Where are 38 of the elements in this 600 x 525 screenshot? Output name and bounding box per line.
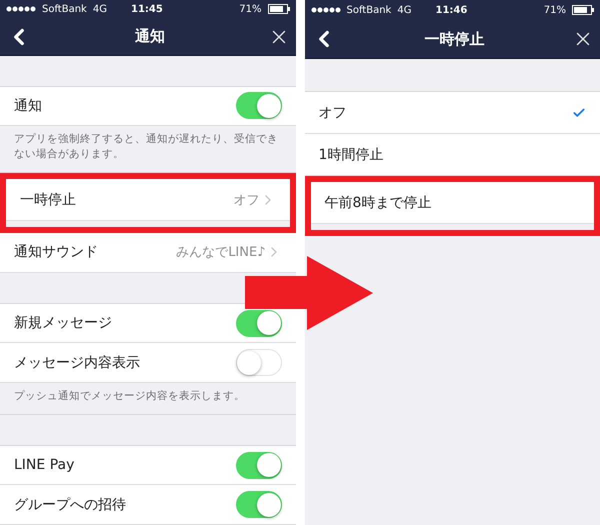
option-row[interactable]: 1時間停止: [304, 134, 600, 176]
settings-row[interactable]: 通知サウンド みんなでLINE♪: [0, 233, 296, 273]
battery-icon: [572, 5, 594, 15]
row-label: 新規メッセージ: [14, 314, 112, 332]
footnote-text: プッシュ通知でメッセージ内容を表示します。: [0, 382, 296, 415]
option-label: 午前8時まで停止: [324, 194, 432, 212]
toggle-switch[interactable]: [236, 92, 282, 120]
screen-title: 一時停止: [424, 30, 484, 48]
row-label: メッセージ内容表示: [14, 354, 140, 372]
row-value: みんなでLINE♪: [176, 244, 266, 262]
option-label: オフ: [318, 104, 346, 122]
option-row[interactable]: オフ: [304, 92, 600, 134]
network-text: 4G: [397, 4, 412, 16]
settings-row[interactable]: 一時停止 オフ: [6, 179, 290, 222]
toggle-switch[interactable]: [236, 310, 282, 337]
option-row[interactable]: 午前8時まで停止: [310, 182, 594, 224]
carrier-text: SoftBank: [42, 4, 87, 15]
row-label: 一時停止: [20, 190, 76, 209]
screen-title: 通知: [134, 27, 165, 46]
signal-icon: [6, 6, 36, 12]
clock-text: 11:46: [435, 4, 468, 16]
option-label: 1時間停止: [318, 146, 384, 164]
arrow-icon: [245, 256, 373, 330]
row-label: 通知サウンド: [14, 243, 98, 262]
battery-text: 71%: [544, 4, 566, 16]
battery-text: 71%: [239, 4, 262, 15]
signal-icon: [310, 7, 340, 13]
battery-icon: [268, 4, 290, 14]
toggle-switch[interactable]: [236, 491, 282, 518]
network-text: 4G: [92, 4, 107, 15]
row-label: 通知: [14, 96, 42, 115]
row-label: LINE Pay: [14, 457, 74, 474]
clock-text: 11:45: [130, 4, 163, 15]
toggle-switch[interactable]: [236, 452, 282, 479]
toggle-switch[interactable]: [236, 349, 282, 376]
row-label: グループへの招待: [14, 496, 126, 514]
carrier-text: SoftBank: [346, 4, 392, 16]
row-value: オフ: [234, 192, 260, 209]
